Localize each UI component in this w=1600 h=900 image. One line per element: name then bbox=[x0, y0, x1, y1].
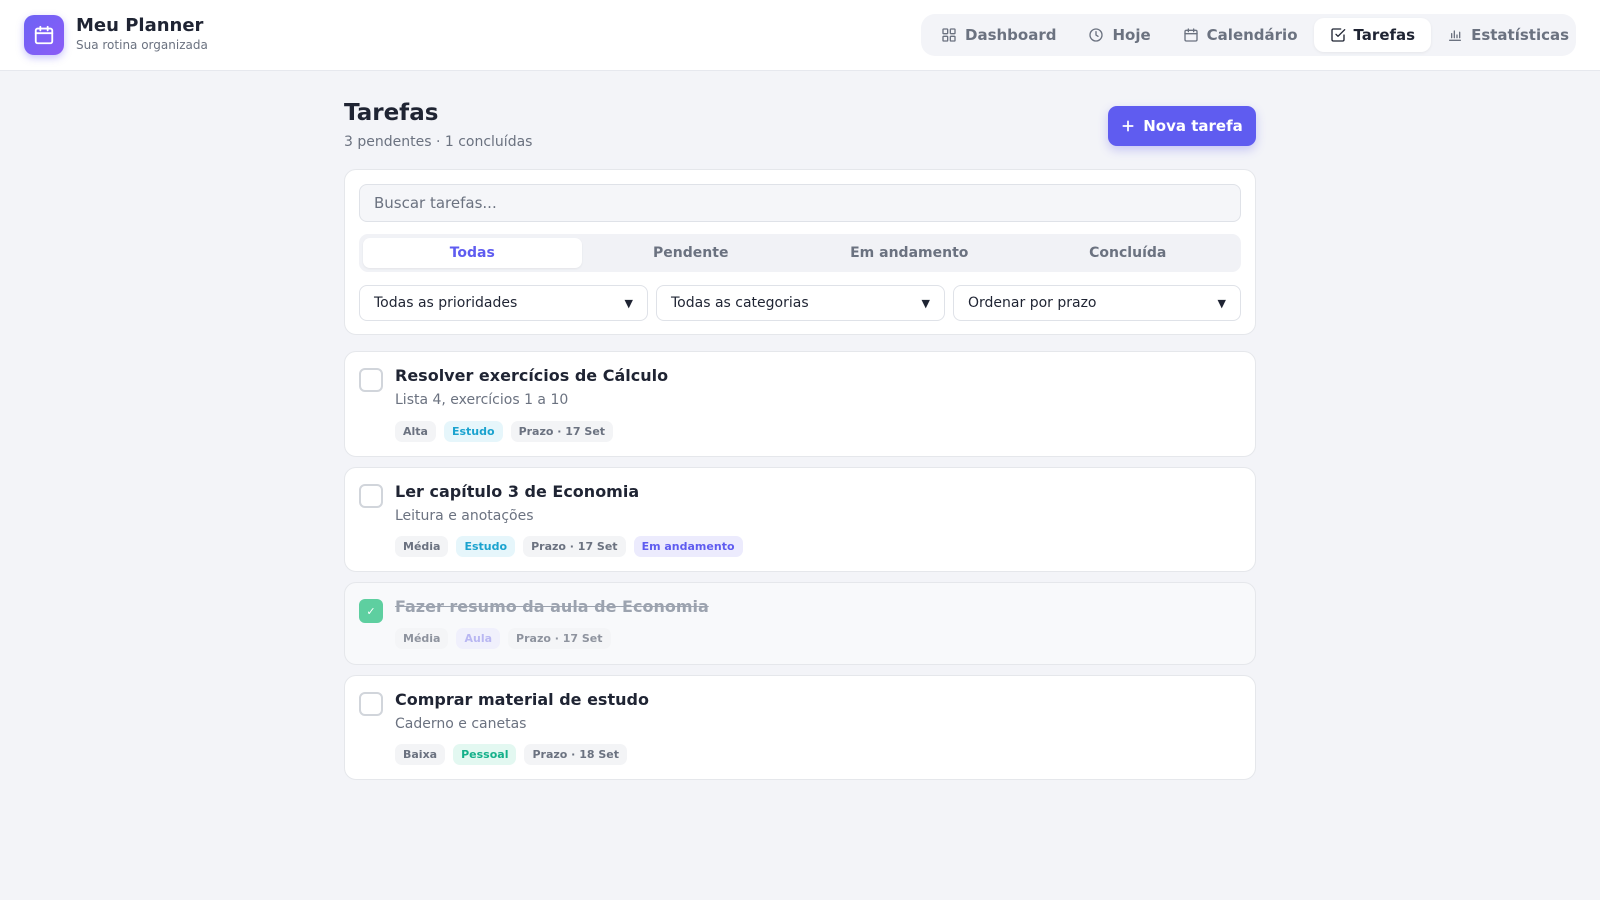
task-card[interactable]: Comprar material de estudo Caderno e can… bbox=[344, 675, 1256, 780]
tab-todas[interactable]: Todas bbox=[363, 238, 582, 268]
task-tags: Alta Estudo Prazo · 17 Set bbox=[395, 421, 614, 442]
nav-hoje[interactable]: Hoje bbox=[1072, 18, 1166, 52]
top-bar: Meu Planner Sua rotina organizada Dashbo… bbox=[0, 0, 1600, 71]
chevron-down-icon: ▼ bbox=[1217, 296, 1226, 310]
task-tags: Média Estudo Prazo · 17 Set Em andamento bbox=[395, 536, 743, 557]
nav-calendario-label: Calendário bbox=[1206, 26, 1298, 44]
category-select[interactable]: Todas as categorias ▼ bbox=[656, 285, 945, 321]
status-filter-tabs: Todas Pendente Em andamento Concluída bbox=[359, 234, 1241, 272]
category-badge: Pessoal bbox=[453, 744, 517, 765]
check-icon: ✓ bbox=[366, 604, 376, 618]
task-checkbox-checked[interactable]: ✓ bbox=[359, 599, 383, 623]
task-summary: 3 pendentes · 1 concluídas bbox=[344, 134, 533, 150]
nav-estatisticas[interactable]: Estatísticas bbox=[1431, 18, 1585, 52]
task-title: Ler capítulo 3 de Economia bbox=[395, 482, 640, 501]
nav-tarefas-label: Tarefas bbox=[1353, 26, 1416, 44]
task-description: Leitura e anotações bbox=[395, 508, 534, 524]
nav-dashboard-label: Dashboard bbox=[965, 26, 1057, 44]
task-description: Lista 4, exercícios 1 a 10 bbox=[395, 392, 569, 408]
task-title: Resolver exercícios de Cálculo bbox=[395, 366, 669, 385]
nav-dashboard[interactable]: Dashboard bbox=[925, 18, 1072, 52]
task-card[interactable]: Resolver exercícios de Cálculo Lista 4, … bbox=[344, 351, 1256, 457]
nav-calendario[interactable]: Calendário bbox=[1167, 18, 1314, 52]
nav-estatisticas-label: Estatísticas bbox=[1471, 26, 1570, 44]
priority-badge: Baixa bbox=[395, 744, 446, 765]
grid-icon bbox=[942, 28, 956, 42]
priority-badge: Média bbox=[395, 536, 449, 557]
new-task-label: Nova tarefa bbox=[1143, 117, 1243, 135]
task-tags: Média Aula Prazo · 17 Set bbox=[395, 628, 611, 649]
app-title: Meu Planner bbox=[76, 15, 204, 36]
app-subtitle: Sua rotina organizada bbox=[76, 38, 208, 52]
task-description: Caderno e canetas bbox=[395, 716, 527, 732]
sort-select-value: Ordenar por prazo bbox=[968, 295, 1097, 311]
due-badge: Prazo · 17 Set bbox=[508, 628, 611, 649]
priority-badge: Média bbox=[395, 628, 449, 649]
task-tags: Baixa Pessoal Prazo · 18 Set bbox=[395, 744, 627, 765]
category-badge: Estudo bbox=[443, 421, 503, 442]
task-checkbox[interactable] bbox=[359, 692, 383, 716]
category-badge: Estudo bbox=[456, 536, 516, 557]
calendar-icon bbox=[1184, 28, 1198, 42]
clock-icon bbox=[1089, 28, 1104, 42]
task-checkbox[interactable] bbox=[359, 484, 383, 508]
app-logo bbox=[24, 15, 64, 55]
check-square-icon bbox=[1330, 28, 1345, 42]
main-nav: Dashboard Hoje Calendário Tarefas Estatí… bbox=[921, 14, 1576, 56]
task-card[interactable]: ✓ Fazer resumo da aula de Economia Média… bbox=[344, 582, 1256, 665]
task-card[interactable]: Ler capítulo 3 de Economia Leitura e ano… bbox=[344, 467, 1256, 572]
tab-em-andamento[interactable]: Em andamento bbox=[800, 238, 1019, 268]
due-badge: Prazo · 17 Set bbox=[523, 536, 626, 557]
priority-badge: Alta bbox=[395, 421, 436, 442]
task-title: Fazer resumo da aula de Economia bbox=[395, 597, 709, 616]
nav-tarefas[interactable]: Tarefas bbox=[1313, 18, 1432, 52]
nav-hoje-label: Hoje bbox=[1112, 26, 1151, 44]
tab-pendente[interactable]: Pendente bbox=[582, 238, 801, 268]
sort-select[interactable]: Ordenar por prazo ▼ bbox=[953, 285, 1241, 321]
due-badge: Prazo · 18 Set bbox=[524, 744, 627, 765]
task-title: Comprar material de estudo bbox=[395, 690, 649, 709]
page-title: Tarefas bbox=[344, 100, 439, 126]
status-badge: Em andamento bbox=[633, 536, 743, 557]
due-badge: Prazo · 17 Set bbox=[510, 421, 614, 442]
plus-icon bbox=[1122, 120, 1134, 132]
chevron-down-icon: ▼ bbox=[921, 296, 930, 310]
chevron-down-icon: ▼ bbox=[624, 296, 633, 310]
filter-panel: Todas Pendente Em andamento Concluída To… bbox=[344, 169, 1256, 335]
bar-chart-icon bbox=[1449, 30, 1462, 41]
search-input[interactable] bbox=[359, 184, 1241, 222]
category-badge: Aula bbox=[456, 628, 501, 649]
tab-concluida[interactable]: Concluída bbox=[1019, 238, 1238, 268]
category-select-value: Todas as categorias bbox=[671, 295, 809, 311]
priority-select[interactable]: Todas as prioridades ▼ bbox=[359, 285, 648, 321]
calendar-icon bbox=[34, 25, 54, 45]
task-checkbox[interactable] bbox=[359, 368, 383, 392]
priority-select-value: Todas as prioridades bbox=[374, 295, 518, 311]
new-task-button[interactable]: Nova tarefa bbox=[1108, 106, 1256, 146]
